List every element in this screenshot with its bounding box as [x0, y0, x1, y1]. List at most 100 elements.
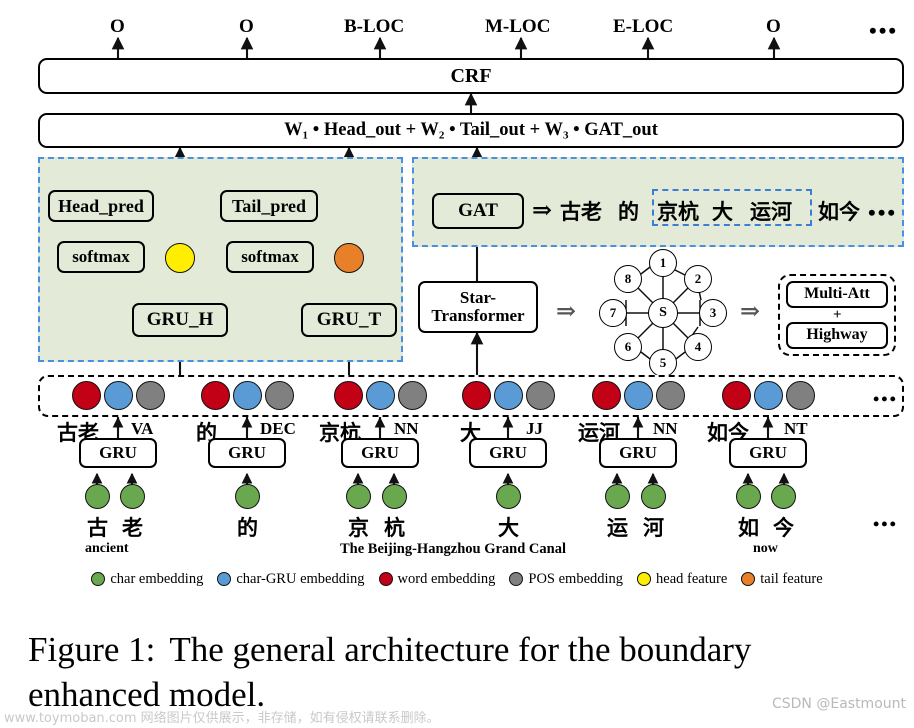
gat-token-5: 如今: [818, 200, 860, 224]
char-label-2-1: 杭: [384, 516, 405, 540]
output-tag-5: O: [766, 16, 781, 37]
char-gru-embedding-dot: [754, 381, 783, 410]
multi-att-label: Multi-Att: [804, 285, 870, 303]
graph-node-center-label: S: [659, 304, 667, 320]
word-embedding-dot: [462, 381, 491, 410]
legend-dot-head-feature: [637, 572, 652, 586]
char-embedding-dot: [771, 484, 796, 509]
gru-h-label: GRU_H: [146, 309, 214, 331]
gru-box-3: GRU: [469, 438, 547, 468]
pos-embedding-dot: [656, 381, 685, 410]
char-embedding-dot: [382, 484, 407, 509]
word-embedding-dot: [722, 381, 751, 410]
graph-node-1: 1: [649, 249, 677, 277]
char-label-3-0: 大: [498, 516, 519, 540]
legend-label-tail-feature: tail feature: [760, 570, 823, 587]
pos-label-1: DEC: [260, 419, 296, 438]
figure-canvas: O O B-LOC M-LOC E-LOC O ••• CRF W₁ • Hea…: [0, 0, 914, 728]
pos-embedding-dot: [265, 381, 294, 410]
legend-item-char-embedding: char embedding: [91, 571, 203, 588]
span-gloss: The Beijing-Hangzhou Grand Canal: [340, 541, 566, 557]
char-gru-embedding-dot: [494, 381, 523, 410]
char-embedding-dot: [346, 484, 371, 509]
char-embedding-dot: [496, 484, 521, 509]
crf-label: CRF: [450, 64, 492, 87]
gru-box-label-3: GRU: [489, 443, 527, 463]
gat-token-4: 运河: [750, 200, 792, 224]
graph-node-6-label: 6: [624, 339, 632, 355]
word-embedding-dot: [201, 381, 230, 410]
pos-label-5: NT: [784, 419, 808, 438]
pos-label-2: NN: [394, 419, 419, 438]
fusion-label: W₁ • Head_out + W₂ • Tail_out + W₃ • GAT…: [284, 119, 658, 140]
graph-node-5-label: 5: [659, 355, 667, 371]
gru-box-5: GRU: [729, 438, 807, 468]
output-tag-2: B-LOC: [344, 16, 405, 37]
pos-embedding-dot: [398, 381, 427, 410]
head-pred-label: Head_pred: [58, 195, 144, 216]
gat-label: GAT: [458, 200, 498, 222]
pos-embedding-dot: [136, 381, 165, 410]
star-transformer-line1: Star-: [459, 288, 497, 308]
gru-h-box: GRU_H: [132, 303, 228, 337]
legend-item-head-feature: head feature: [637, 571, 727, 588]
softmax-tail-label: softmax: [241, 247, 299, 267]
gru-t-box: GRU_T: [301, 303, 397, 337]
char-label-4-1: 河: [643, 516, 664, 540]
legend-item-pos-embedding: POS embedding: [509, 571, 623, 588]
gat-box: GAT: [432, 193, 524, 229]
legend-dot-tail-feature: [741, 572, 756, 586]
graph-node-6: 6: [614, 333, 642, 361]
caption-text: The general architecture for the boundar…: [169, 630, 752, 669]
gru-box-label-5: GRU: [749, 443, 787, 463]
legend-item-char-gru-embedding: char-GRU embedding: [217, 570, 365, 588]
pos-embedding-dot: [786, 381, 815, 410]
graph-node-3: 3: [699, 299, 727, 327]
bottom-row-ellipsis: •••: [873, 514, 898, 534]
multi-att-box: Multi-Att: [786, 281, 888, 308]
tail-pred-box: Tail_pred: [220, 190, 318, 222]
gat-token-1: 的: [618, 200, 639, 224]
graph-node-7: 7: [599, 299, 627, 327]
legend-item-tail-feature: tail feature: [741, 570, 823, 588]
gat-token-0: 古老: [560, 200, 602, 224]
graph-node-8: 8: [614, 265, 642, 293]
legend-label-word-embedding: word embedding: [397, 570, 496, 587]
star-transformer-box: Star- Transformer: [418, 281, 538, 333]
output-tag-1: O: [239, 16, 254, 37]
tail-pred-label: Tail_pred: [231, 195, 307, 216]
graph-node-3-label: 3: [709, 305, 717, 321]
gloss-5: now: [753, 541, 778, 556]
legend-dot-char-embedding: [91, 572, 106, 586]
word-embedding-dot: [334, 381, 363, 410]
char-embedding-dot: [641, 484, 666, 509]
head-feature-dot: [165, 243, 195, 273]
legend-label-char-gru-embedding: char-GRU embedding: [236, 570, 365, 587]
graph-node-7-label: 7: [609, 305, 617, 321]
gat-implies-icon: ⇒: [532, 198, 553, 224]
legend-dot-pos-embedding: [509, 572, 524, 586]
char-label-4-0: 运: [607, 516, 628, 540]
char-label-0-0: 古: [87, 516, 108, 540]
highway-box: Highway: [786, 322, 888, 349]
graph-node-4: 4: [684, 333, 712, 361]
softmax-tail-box: softmax: [226, 241, 314, 273]
word-embedding-dot: [72, 381, 101, 410]
pos-label-3: JJ: [526, 419, 543, 438]
char-gru-embedding-dot: [233, 381, 262, 410]
legend: char embedding char-GRU embedding word e…: [0, 566, 914, 592]
output-tag-0: O: [110, 16, 125, 37]
gru-box-label-4: GRU: [619, 443, 657, 463]
tail-feature-dot: [334, 243, 364, 273]
word-embedding-dot: [592, 381, 621, 410]
highway-label: Highway: [806, 326, 868, 344]
output-tag-3: M-LOC: [485, 16, 551, 37]
graph-node-4-label: 4: [694, 339, 702, 355]
gloss-0: ancient: [85, 541, 129, 556]
softmax-head-box: softmax: [57, 241, 145, 273]
char-label-0-1: 老: [122, 516, 143, 540]
gru-box-2: GRU: [341, 438, 419, 468]
legend-dot-word-embedding: [378, 572, 393, 586]
gru-box-0: GRU: [79, 438, 157, 468]
char-label-5-1: 今: [773, 516, 794, 540]
